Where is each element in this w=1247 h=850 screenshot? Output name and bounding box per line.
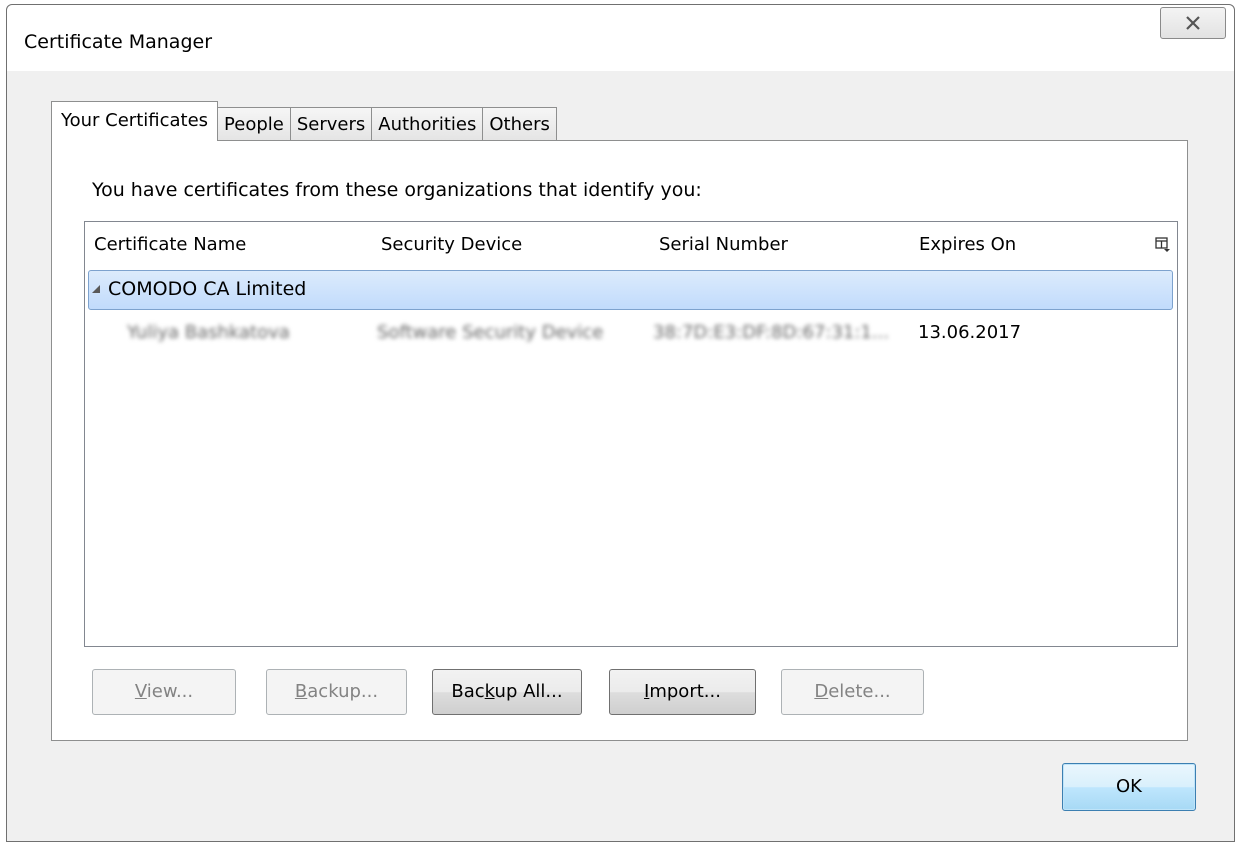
group-label: COMODO CA Limited: [108, 278, 307, 300]
certificate-manager-dialog: Certificate Manager Your Certificates Pe…: [6, 4, 1235, 842]
column-header-expires-on[interactable]: Expires On: [909, 222, 1139, 268]
import-button[interactable]: Import...: [609, 669, 756, 715]
tab-strip: Your Certificates People Servers Authori…: [51, 99, 557, 141]
tree-group-row[interactable]: COMODO CA Limited: [88, 270, 1173, 310]
tab-servers[interactable]: Servers: [289, 107, 373, 141]
ok-button[interactable]: OK: [1062, 763, 1196, 811]
backup-all-button[interactable]: Backup All...: [432, 669, 582, 715]
column-header-certificate-name[interactable]: Certificate Name: [85, 222, 371, 268]
tab-others[interactable]: Others: [482, 107, 557, 141]
intro-text: You have certificates from these organiz…: [92, 179, 702, 201]
tab-panel-your-certificates: You have certificates from these organiz…: [51, 140, 1188, 741]
tab-your-certificates[interactable]: Your Certificates: [51, 101, 219, 141]
close-icon: [1186, 16, 1200, 30]
tab-people[interactable]: People: [217, 107, 291, 141]
close-button[interactable]: [1160, 7, 1226, 39]
view-button[interactable]: View...: [92, 669, 236, 715]
window-title: Certificate Manager: [24, 31, 213, 53]
certificate-tree[interactable]: Certificate Name Security Device Serial …: [84, 221, 1178, 647]
serial-number-cell: 38:7D:E3:DF:8D:67:31:1...: [653, 322, 890, 343]
expanded-triangle-icon[interactable]: [92, 285, 100, 293]
tab-authorities[interactable]: Authorities: [371, 107, 484, 141]
column-header-serial-number[interactable]: Serial Number: [649, 222, 909, 268]
backup-button[interactable]: Backup...: [266, 669, 407, 715]
cert-name-cell: Yuliya Bashkatova: [127, 322, 290, 343]
delete-button[interactable]: Delete...: [781, 669, 924, 715]
column-picker-icon[interactable]: [1155, 237, 1171, 253]
title-bar: Certificate Manager: [7, 5, 1234, 71]
column-headers: Certificate Name Security Device Serial …: [85, 222, 1177, 268]
expires-on-cell: 13.06.2017: [918, 322, 1022, 343]
column-header-security-device[interactable]: Security Device: [371, 222, 649, 268]
table-row[interactable]: Yuliya Bashkatova Software Security Devi…: [85, 318, 1177, 350]
security-device-cell: Software Security Device: [377, 322, 604, 343]
